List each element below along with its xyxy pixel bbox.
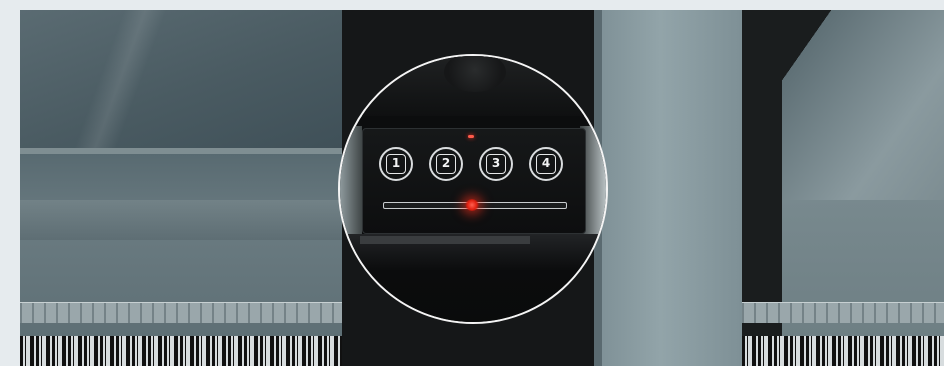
- red-indicator-light-icon: [465, 199, 479, 211]
- left-barcode-strip: [20, 336, 342, 366]
- left-tray: [20, 200, 342, 240]
- button-1-label: 1: [386, 154, 406, 174]
- magnifier-circle: 1 2 3 4: [338, 54, 608, 324]
- control-panel: 1 2 3 4: [362, 128, 586, 234]
- left-edge-strip: [20, 148, 342, 154]
- button-2[interactable]: 2: [429, 147, 463, 181]
- right-ruler: [742, 302, 944, 323]
- button-4-label: 4: [536, 154, 556, 174]
- button-4[interactable]: 4: [529, 147, 563, 181]
- left-sheet-highlight: [40, 10, 200, 150]
- right-pillar: [594, 10, 742, 366]
- magnifier-left-side: [340, 126, 362, 236]
- panel-lip: [360, 236, 530, 244]
- magnifier-lower-housing: [340, 234, 606, 322]
- button-3[interactable]: 3: [479, 147, 513, 181]
- status-led-icon: [468, 135, 474, 138]
- button-3-label: 3: [486, 154, 506, 174]
- photo-frame: 1 2 3 4: [20, 10, 944, 366]
- left-ruler: [20, 302, 342, 323]
- button-1[interactable]: 1: [379, 147, 413, 181]
- right-barcode-strip: [742, 336, 944, 366]
- button-2-label: 2: [436, 154, 456, 174]
- right-paper-sheet: [762, 10, 944, 200]
